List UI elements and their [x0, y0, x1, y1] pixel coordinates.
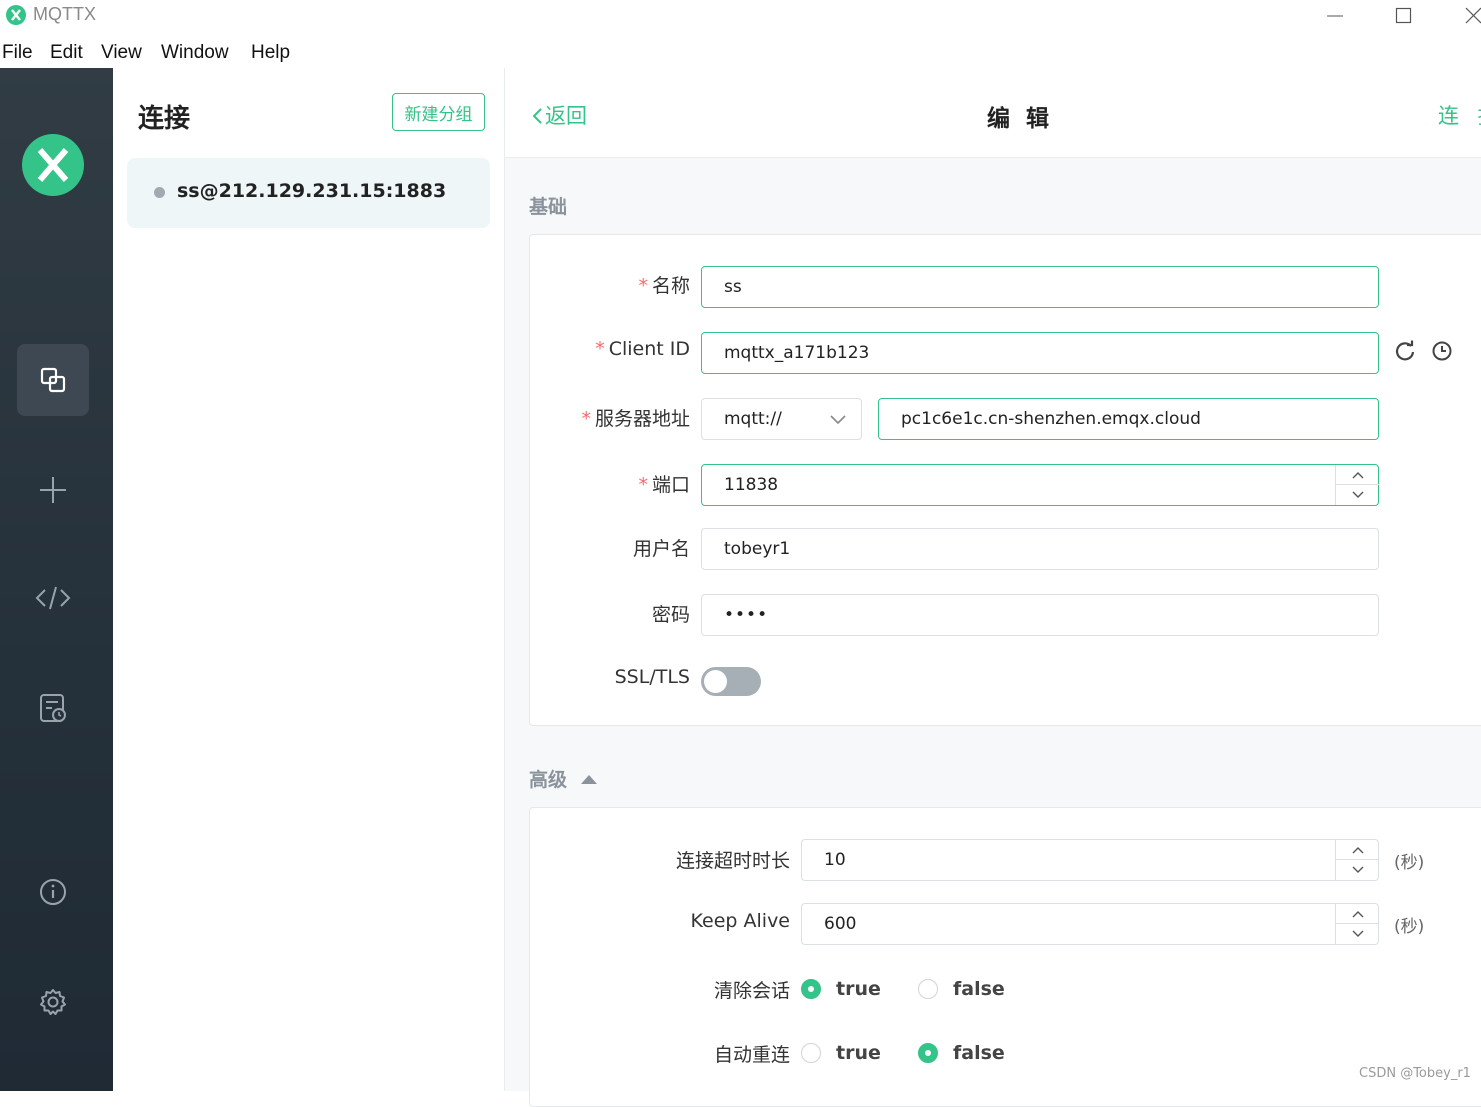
- reconnect-false-label[interactable]: false: [953, 1042, 1005, 1064]
- toggle-knob: [704, 670, 727, 693]
- keepalive-label: Keep Alive: [690, 910, 790, 932]
- reconnect-label: 自动重连: [713, 1044, 790, 1066]
- timeout-input[interactable]: 10: [801, 839, 1379, 881]
- menu-edit[interactable]: Edit: [50, 42, 83, 64]
- connection-item[interactable]: ss@212.129.231.15:1883: [127, 158, 490, 228]
- timeout-unit: (秒): [1394, 853, 1425, 873]
- decrement-button[interactable]: [1336, 485, 1379, 505]
- chevron-down-icon: [1352, 930, 1363, 937]
- watermark: CSDN @Tobey_r1: [1359, 1066, 1471, 1081]
- connections-panel: 连接 新建分组 ss@212.129.231.15:1883: [113, 68, 505, 1091]
- menu-view[interactable]: View: [101, 42, 142, 64]
- keepalive-input[interactable]: 600: [801, 903, 1379, 945]
- new-group-button[interactable]: 新建分组: [392, 93, 485, 131]
- basic-section-title: 基础: [529, 196, 568, 218]
- edit-header: 返回 编 辑 连 接: [505, 68, 1481, 158]
- menu-window[interactable]: Window: [161, 42, 229, 64]
- title-bar: MQTTX: [0, 0, 1481, 32]
- decrement-button[interactable]: [1336, 924, 1379, 944]
- nav-sidebar: [0, 68, 113, 1091]
- port-stepper: [1335, 465, 1379, 505]
- name-input[interactable]: ss: [701, 266, 1379, 308]
- username-label: 用户名: [632, 538, 690, 560]
- code-icon[interactable]: [17, 562, 89, 634]
- reconnect-true-label[interactable]: true: [836, 1042, 881, 1064]
- connect-button[interactable]: 连 接: [1438, 100, 1481, 130]
- clean-true-label[interactable]: true: [836, 978, 881, 1000]
- increment-button[interactable]: [1336, 840, 1379, 860]
- reconnect-true-radio[interactable]: [801, 1043, 821, 1063]
- decrement-button[interactable]: [1336, 860, 1379, 880]
- port-input[interactable]: 11838: [701, 464, 1379, 506]
- chevron-down-icon: [830, 415, 846, 425]
- ssl-label: SSL/TLS: [614, 666, 690, 688]
- clean-false-radio[interactable]: [918, 979, 938, 999]
- host-label: * 服务器地址: [581, 408, 690, 430]
- password-input[interactable]: ••••: [701, 594, 1379, 636]
- chevron-down-icon: [1352, 866, 1363, 873]
- menu-bar: File Edit View Window Help: [0, 36, 1481, 66]
- timeout-label: 连接超时时长: [675, 850, 790, 872]
- mqttx-logo-icon: [6, 5, 26, 25]
- edit-main: 返回 编 辑 连 接 基础 *名称 ss *Client ID mqttx_a1…: [505, 68, 1481, 1107]
- close-button[interactable]: [1452, 0, 1481, 32]
- username-input[interactable]: tobeyr1: [701, 528, 1379, 570]
- connections-icon[interactable]: [17, 344, 89, 416]
- info-icon[interactable]: [17, 856, 89, 928]
- chevron-up-icon: [1352, 471, 1363, 478]
- password-label: 密码: [651, 604, 690, 626]
- refresh-icon[interactable]: [1394, 340, 1416, 362]
- port-label: * 端口: [638, 474, 690, 496]
- maximize-button[interactable]: [1384, 0, 1424, 32]
- log-icon[interactable]: [17, 672, 89, 744]
- page-title: 编 辑: [987, 106, 1054, 132]
- name-label: * 名称: [638, 275, 690, 297]
- chevron-up-icon: [1352, 846, 1363, 853]
- chevron-down-icon: [1352, 491, 1363, 498]
- ssl-toggle[interactable]: [701, 667, 761, 696]
- clock-icon[interactable]: [1431, 340, 1453, 362]
- connections-title: 连接: [138, 104, 191, 134]
- mqttx-logo-icon: [22, 134, 84, 196]
- keepalive-unit: (秒): [1394, 917, 1425, 937]
- back-button[interactable]: 返回: [531, 100, 587, 130]
- basic-card: * 名称 ss * Client ID mqttx_a171b123 * 服务器地址 …: [529, 234, 1481, 726]
- protocol-select[interactable]: mqtt://: [701, 398, 862, 440]
- chevron-left-icon: [532, 108, 542, 124]
- chevron-up-icon: [1352, 910, 1363, 917]
- client-id-label: * Client ID: [595, 338, 690, 360]
- increment-button[interactable]: [1336, 904, 1379, 924]
- clean-session-label: 清除会话: [713, 980, 790, 1002]
- clean-false-label[interactable]: false: [953, 978, 1005, 1000]
- advanced-card: 连接超时时长 10 (秒) Keep Alive 600 (秒) 清除会话 tr…: [529, 807, 1481, 1107]
- menu-help[interactable]: Help: [251, 42, 290, 64]
- plus-icon[interactable]: [17, 454, 89, 526]
- increment-button[interactable]: [1336, 465, 1379, 485]
- timeout-stepper: [1335, 840, 1379, 880]
- caret-up-icon: [580, 775, 597, 784]
- menu-file[interactable]: File: [2, 42, 33, 64]
- keepalive-stepper: [1335, 904, 1379, 944]
- reconnect-false-radio[interactable]: [918, 1043, 938, 1063]
- connection-name: ss@212.129.231.15:1883: [177, 180, 447, 202]
- gear-icon[interactable]: [17, 966, 89, 1038]
- status-dot-icon: [154, 187, 165, 198]
- advanced-section-title[interactable]: 高级: [529, 765, 598, 792]
- window-title: MQTTX: [33, 4, 96, 24]
- minimize-button[interactable]: [1315, 0, 1355, 32]
- clean-true-radio[interactable]: [801, 979, 821, 999]
- host-input[interactable]: pc1c6e1c.cn-shenzhen.emqx.cloud: [878, 398, 1379, 440]
- client-id-input[interactable]: mqttx_a171b123: [701, 332, 1379, 374]
